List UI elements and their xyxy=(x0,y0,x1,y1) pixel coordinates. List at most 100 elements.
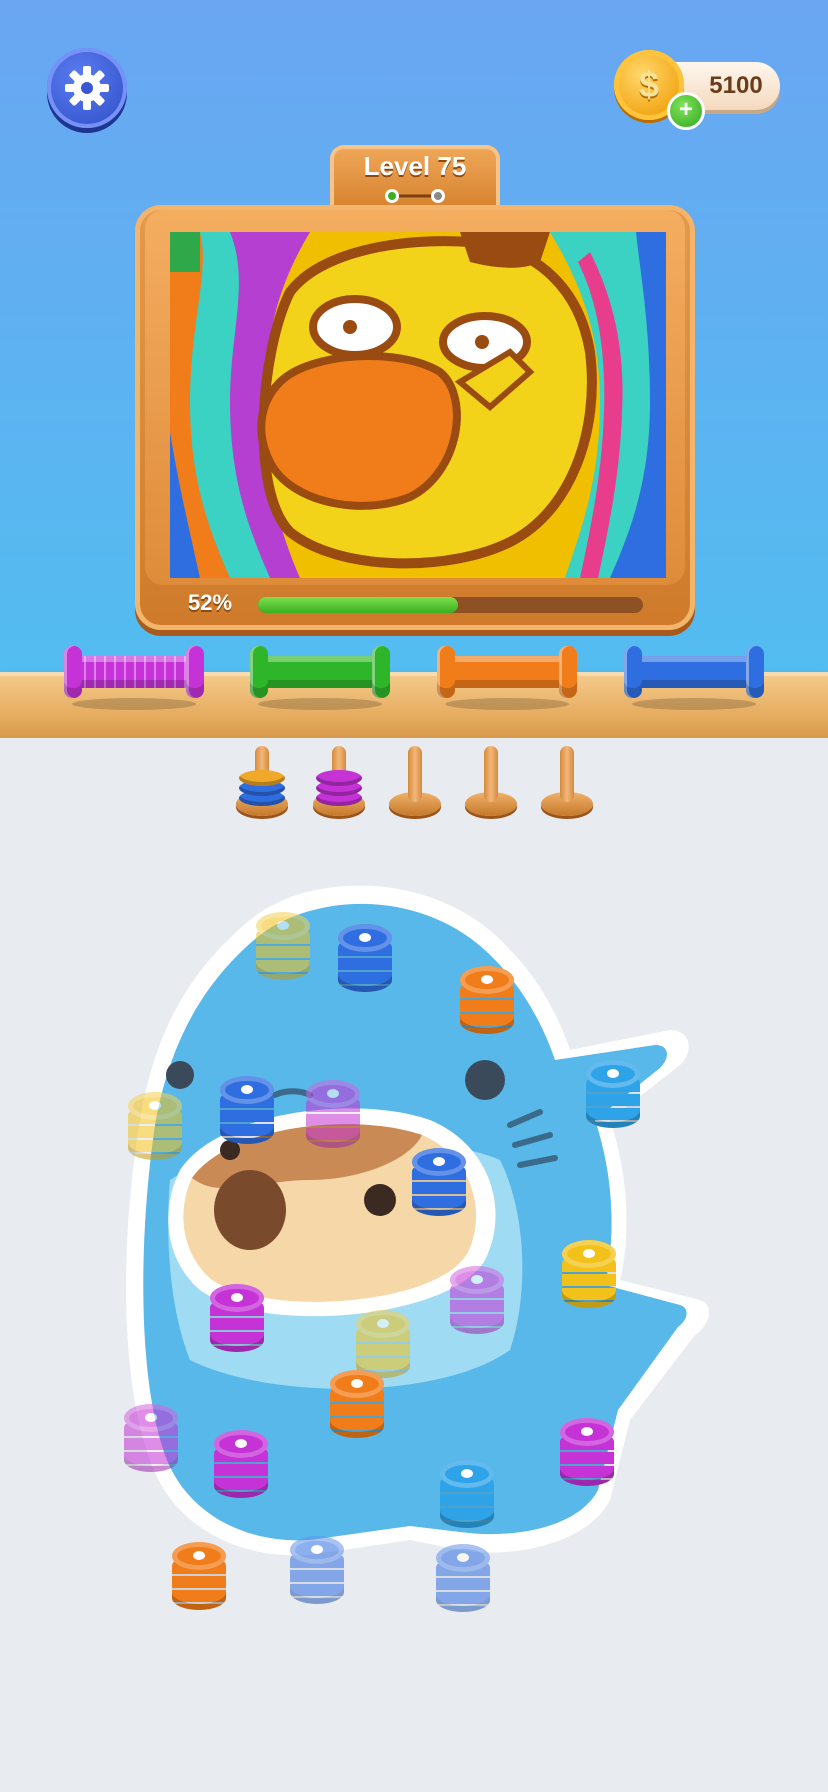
yarn-stack[interactable] xyxy=(450,1266,504,1336)
yarn-top xyxy=(436,1544,490,1572)
yarn-stack[interactable] xyxy=(586,1060,640,1130)
peg-post xyxy=(484,746,498,802)
yarn-top xyxy=(450,1266,504,1294)
yarn-top xyxy=(220,1076,274,1104)
yarn-stack[interactable] xyxy=(124,1404,178,1474)
yarn-hole xyxy=(241,1085,253,1094)
yarn-hole xyxy=(377,1319,389,1328)
holding-peg[interactable] xyxy=(313,746,365,818)
yarn-stack[interactable] xyxy=(220,1076,274,1146)
yarn-hole xyxy=(607,1069,619,1078)
holding-peg[interactable] xyxy=(389,746,441,818)
yarn-stack[interactable] xyxy=(128,1092,182,1162)
yarn-top xyxy=(214,1430,268,1458)
yarn-hole xyxy=(277,921,289,930)
yarn-top xyxy=(128,1092,182,1120)
yarn-top xyxy=(210,1284,264,1312)
yarn-stack[interactable] xyxy=(436,1544,490,1614)
yarn-stack[interactable] xyxy=(256,912,310,982)
progress-label: 52% xyxy=(188,590,233,615)
yarn-top xyxy=(560,1418,614,1446)
spool-cap xyxy=(437,646,455,698)
yarn-hole xyxy=(327,1089,339,1098)
yarn-stack[interactable] xyxy=(330,1370,384,1440)
yarn-ring xyxy=(316,770,362,786)
yarn-hole xyxy=(581,1427,593,1436)
peg-post xyxy=(408,746,422,802)
yarn-hole xyxy=(359,933,371,942)
yarn-stack[interactable] xyxy=(306,1080,360,1150)
yarn-ring xyxy=(239,770,285,786)
yarn-hole xyxy=(471,1275,483,1284)
yarn-hole xyxy=(231,1293,243,1302)
yarn-stack[interactable] xyxy=(460,966,514,1036)
yarn-hole xyxy=(433,1157,445,1166)
coin-amount: 5100 xyxy=(709,72,763,99)
level-title: Level 75 xyxy=(363,151,467,181)
spool-orange xyxy=(437,646,577,710)
spool-cap xyxy=(64,646,82,698)
spool-cap xyxy=(250,646,268,698)
yarn-hole xyxy=(149,1101,161,1110)
gear-icon xyxy=(65,66,109,110)
knit-picture-art xyxy=(170,232,666,578)
shark-otter-sticker xyxy=(126,885,710,1556)
spool-cap xyxy=(186,646,204,698)
shark-otter-board xyxy=(110,880,730,1640)
yarn-top xyxy=(412,1148,466,1176)
spool-cap xyxy=(559,646,577,698)
holding-peg[interactable] xyxy=(465,746,517,818)
yarn-hole xyxy=(193,1551,205,1560)
spool-green xyxy=(250,646,390,710)
holding-peg[interactable] xyxy=(541,746,593,818)
add-coins-button[interactable]: + xyxy=(667,92,705,130)
yarn-top xyxy=(338,924,392,952)
spool-purple xyxy=(64,646,204,710)
yarn-top xyxy=(172,1542,226,1570)
yarn-stack[interactable] xyxy=(412,1148,466,1218)
spool-cap xyxy=(746,646,764,698)
yarn-hole xyxy=(481,975,493,984)
yarn-top xyxy=(256,912,310,940)
yarn-top xyxy=(460,966,514,994)
yarn-hole xyxy=(351,1379,363,1388)
spool-cap xyxy=(372,646,390,698)
spool-rod xyxy=(449,656,565,688)
yarn-hole xyxy=(311,1545,323,1554)
spool-cap xyxy=(624,646,642,698)
spool-shadow xyxy=(632,698,756,710)
yarn-hole xyxy=(583,1249,595,1258)
knit-picture xyxy=(170,232,666,578)
yarn-top xyxy=(356,1310,410,1338)
spool-rod xyxy=(76,656,192,688)
yarn-stack[interactable] xyxy=(338,924,392,994)
yarn-stack[interactable] xyxy=(562,1240,616,1310)
yarn-stack[interactable] xyxy=(172,1542,226,1612)
level-path-icon xyxy=(385,189,445,203)
yarn-top xyxy=(330,1370,384,1398)
progress-bar xyxy=(258,597,643,613)
yarn-stack[interactable] xyxy=(440,1460,494,1530)
yarn-top xyxy=(306,1080,360,1108)
spool-shadow xyxy=(445,698,569,710)
yarn-stack[interactable] xyxy=(214,1430,268,1500)
yarn-top xyxy=(124,1404,178,1432)
yarn-hole xyxy=(235,1439,247,1448)
yarn-hole xyxy=(461,1469,473,1478)
yarn-top xyxy=(586,1060,640,1088)
yarn-stack[interactable] xyxy=(210,1284,264,1354)
yarn-top xyxy=(440,1460,494,1488)
yarn-hole xyxy=(457,1553,469,1562)
yarn-stack[interactable] xyxy=(290,1536,344,1606)
settings-button[interactable] xyxy=(47,48,127,128)
yarn-top xyxy=(562,1240,616,1268)
spool-shadow xyxy=(258,698,382,710)
holding-peg[interactable] xyxy=(236,746,288,818)
yarn-stack[interactable] xyxy=(560,1418,614,1488)
peg-post xyxy=(560,746,574,802)
progress-fill xyxy=(258,597,459,613)
spool-rod xyxy=(262,656,378,688)
spool-rod xyxy=(636,656,752,688)
spool-blue xyxy=(624,646,764,710)
yarn-hole xyxy=(145,1413,157,1422)
